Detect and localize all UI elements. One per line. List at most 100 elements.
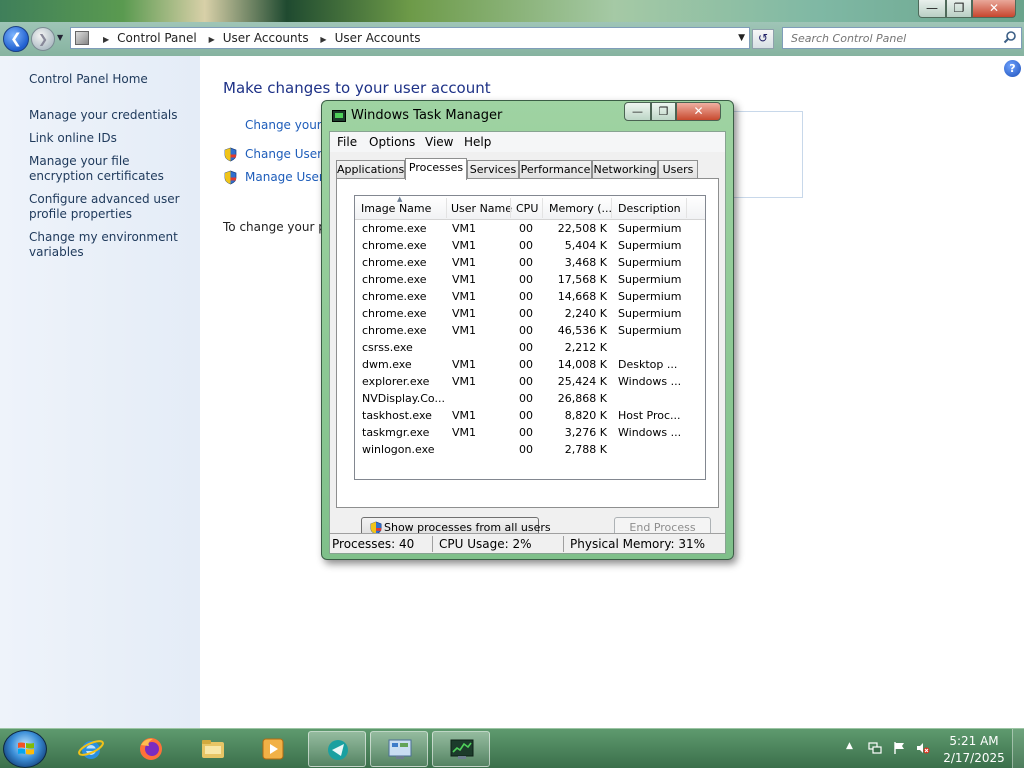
sidebar-item-link-online-ids[interactable]: Link online IDs	[29, 131, 194, 146]
taskbar-internet-explorer[interactable]	[62, 731, 120, 767]
search-icon[interactable]	[1003, 30, 1017, 44]
table-row[interactable]: winlogon.exe 00 2,788 K	[355, 442, 705, 459]
close-button[interactable]: ✕	[972, 0, 1016, 18]
table-row[interactable]: taskmgr.exe VM1 00 3,276 K Windows ...	[355, 425, 705, 442]
process-name: chrome.exe	[362, 222, 427, 235]
tab-services[interactable]: Services	[467, 160, 519, 179]
process-list[interactable]: ▲ Image Name User Name CPU Memory (... D…	[354, 195, 706, 480]
task-manager-client: File Options View Help Applications Proc…	[329, 131, 726, 554]
refresh-button[interactable]: ↺	[752, 29, 774, 49]
menu-help[interactable]: Help	[464, 135, 491, 149]
process-user: VM1	[452, 324, 477, 337]
column-divider[interactable]	[686, 198, 687, 218]
clock-date[interactable]: 2/17/2025	[941, 751, 1007, 765]
start-button[interactable]	[3, 730, 47, 768]
breadcrumb-item[interactable]: Control Panel	[117, 31, 197, 45]
taskbar-firefox[interactable]	[122, 731, 180, 767]
process-description: Windows ...	[618, 426, 682, 439]
show-hidden-icons-icon[interactable]: ▲	[846, 741, 853, 751]
process-description: Host Proc...	[618, 409, 681, 422]
search-box[interactable]	[782, 27, 1022, 49]
menu-view[interactable]: View	[425, 135, 453, 149]
table-row[interactable]: chrome.exe VM1 00 17,568 K Supermium	[355, 272, 705, 289]
table-row[interactable]: chrome.exe VM1 00 14,668 K Supermium	[355, 289, 705, 306]
tab-users[interactable]: Users	[658, 160, 698, 179]
sidebar-item-environment-variables[interactable]: Change my environment variables	[29, 230, 194, 260]
table-row[interactable]: chrome.exe VM1 00 2,240 K Supermium	[355, 306, 705, 323]
action-center-flag-icon[interactable]	[892, 741, 906, 755]
sidebar-item-file-encryption[interactable]: Manage your file encryption certificates	[29, 154, 194, 184]
table-row[interactable]: NVDisplay.Co... 00 26,868 K	[355, 391, 705, 408]
clock-time[interactable]: 5:21 AM	[945, 734, 1003, 748]
tab-processes[interactable]: Processes	[405, 158, 467, 180]
taskbar-media-player[interactable]	[244, 731, 302, 767]
help-icon[interactable]: ?	[1004, 60, 1021, 77]
control-panel-titlebar[interactable]: — ❐ ✕	[0, 0, 1024, 22]
change-password-link[interactable]: Change your p	[245, 118, 333, 132]
menu-file[interactable]: File	[337, 135, 357, 149]
column-image-name[interactable]: Image Name	[361, 202, 431, 215]
table-row[interactable]: chrome.exe VM1 00 5,404 K Supermium	[355, 238, 705, 255]
table-row[interactable]: taskhost.exe VM1 00 8,820 K Host Proc...	[355, 408, 705, 425]
table-row[interactable]: chrome.exe VM1 00 22,508 K Supermium	[355, 221, 705, 238]
minimize-button[interactable]: —	[918, 0, 946, 18]
task-manager-window[interactable]: Windows Task Manager — ❐ ✕ File Options …	[321, 100, 734, 560]
table-row[interactable]: csrss.exe 00 2,212 K	[355, 340, 705, 357]
task-manager-icon	[332, 110, 346, 122]
process-description: Desktop ...	[618, 358, 678, 371]
maximize-button[interactable]: ❐	[946, 0, 972, 18]
tab-applications[interactable]: Applications	[336, 160, 405, 179]
column-divider[interactable]	[611, 198, 612, 218]
process-name: chrome.exe	[362, 256, 427, 269]
show-desktop-button[interactable]	[1012, 729, 1024, 769]
minimize-button[interactable]: —	[624, 102, 651, 121]
sidebar-item-control-panel-home[interactable]: Control Panel Home	[29, 72, 194, 87]
chevron-down-icon[interactable]: ▼	[738, 33, 745, 43]
menu-options[interactable]: Options	[369, 135, 415, 149]
column-divider[interactable]	[542, 198, 543, 218]
breadcrumb-arrow-icon[interactable]: ▶	[103, 35, 109, 44]
table-row[interactable]: dwm.exe VM1 00 14,008 K Desktop ...	[355, 357, 705, 374]
column-divider[interactable]	[446, 198, 447, 218]
process-name: chrome.exe	[362, 239, 427, 252]
process-description: Supermium	[618, 256, 682, 269]
taskbar-task-manager[interactable]	[432, 731, 490, 767]
table-row[interactable]: chrome.exe VM1 00 46,536 K Supermium	[355, 323, 705, 340]
close-button[interactable]: ✕	[676, 102, 721, 121]
table-row[interactable]: explorer.exe VM1 00 25,424 K Windows ...	[355, 374, 705, 391]
process-memory: 3,468 K	[564, 256, 607, 269]
tab-networking[interactable]: Networking	[592, 160, 658, 179]
maximize-button[interactable]: ❐	[651, 102, 676, 121]
table-row[interactable]: chrome.exe VM1 00 3,468 K Supermium	[355, 255, 705, 272]
forward-button[interactable]: ❯	[31, 27, 55, 51]
column-description[interactable]: Description	[618, 202, 681, 215]
network-icon[interactable]	[868, 741, 882, 755]
media-player-icon	[262, 738, 284, 760]
column-divider[interactable]	[510, 198, 511, 218]
taskbar-control-panel[interactable]	[370, 731, 428, 767]
process-memory: 5,404 K	[564, 239, 607, 252]
sidebar-item-advanced-profile[interactable]: Configure advanced user profile properti…	[29, 192, 194, 222]
search-input[interactable]	[789, 30, 999, 46]
process-user: VM1	[452, 256, 477, 269]
recent-pages-icon[interactable]: ▼	[57, 33, 63, 42]
status-divider	[563, 536, 564, 552]
breadcrumb-arrow-icon[interactable]: ▶	[209, 35, 215, 44]
breadcrumb-item[interactable]: User Accounts	[223, 31, 309, 45]
process-memory: 14,008 K	[557, 358, 607, 371]
address-bar[interactable]: ▶ Control Panel ▶ User Accounts ▶ User Acco…	[70, 27, 750, 49]
process-cpu: 00	[519, 358, 533, 371]
process-user: VM1	[452, 222, 477, 235]
tab-performance[interactable]: Performance	[519, 160, 592, 179]
taskbar-remote-app[interactable]	[308, 731, 366, 767]
breadcrumb-item[interactable]: User Accounts	[335, 31, 421, 45]
sidebar-item-manage-credentials[interactable]: Manage your credentials	[29, 108, 194, 123]
taskbar-file-explorer[interactable]	[184, 731, 242, 767]
column-user-name[interactable]: User Name	[451, 202, 512, 215]
column-cpu[interactable]: CPU	[516, 202, 538, 215]
folder-icon	[202, 740, 224, 758]
column-memory[interactable]: Memory (...	[549, 202, 612, 215]
volume-muted-icon[interactable]	[916, 741, 930, 755]
breadcrumb-arrow-icon[interactable]: ▶	[320, 35, 326, 44]
back-button[interactable]: ❮	[3, 26, 29, 52]
